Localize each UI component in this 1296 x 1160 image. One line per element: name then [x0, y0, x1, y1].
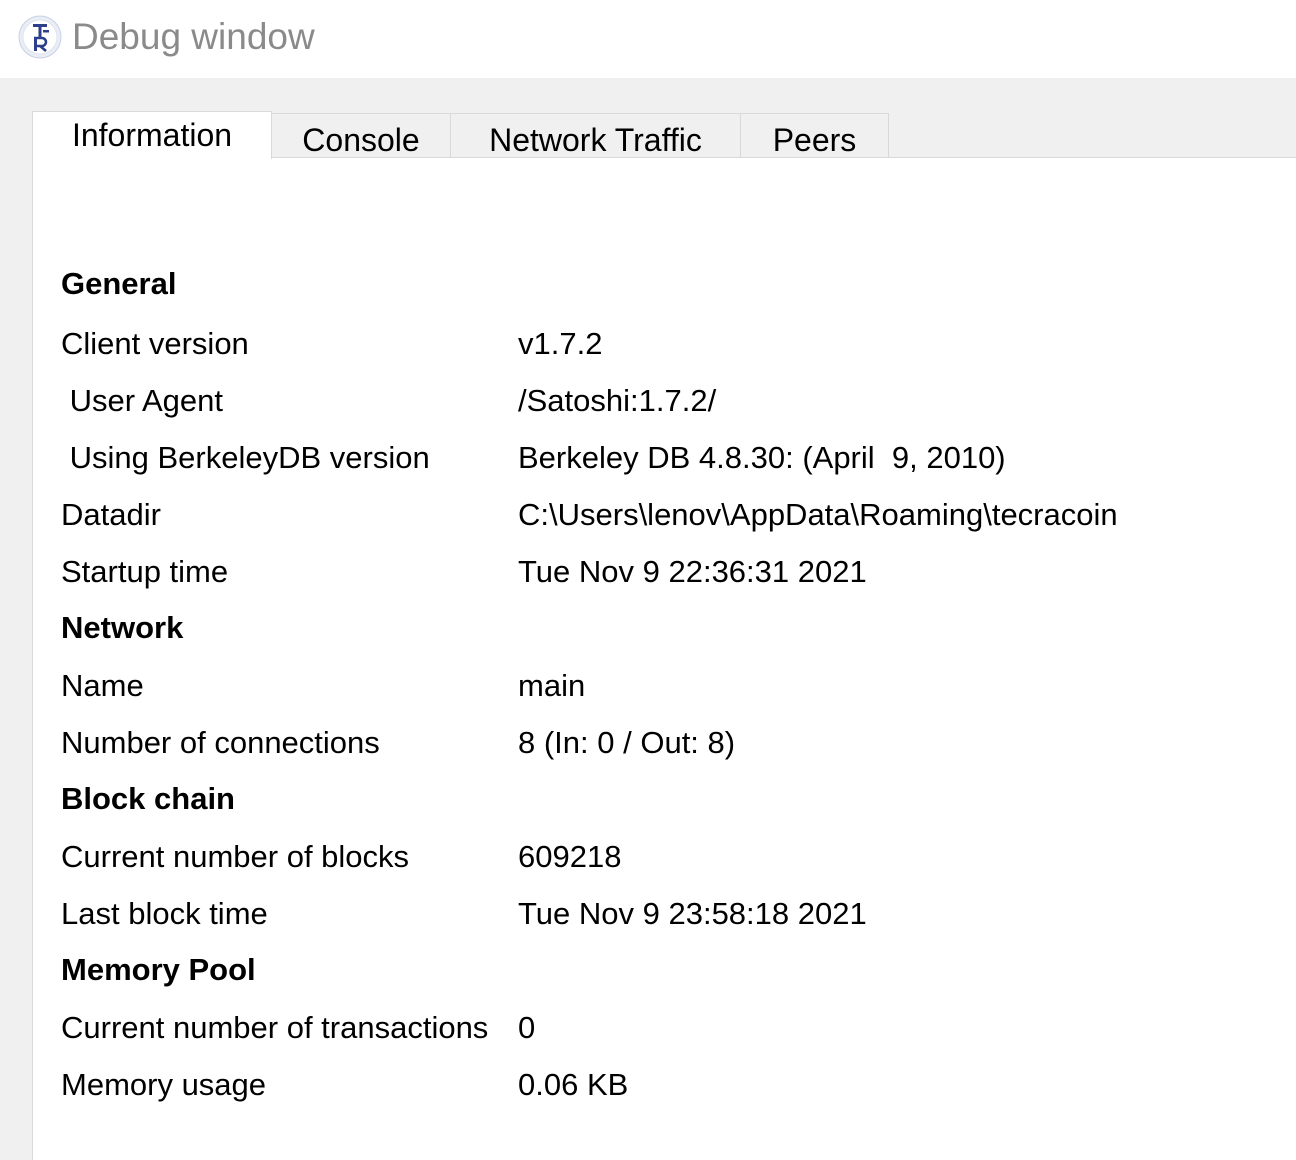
- startup-time-value: Tue Nov 9 22:36:31 2021: [518, 554, 867, 589]
- berkeleydb-version-label: Using BerkeleyDB version: [61, 440, 430, 475]
- network-name-label: Name: [61, 668, 144, 703]
- berkeleydb-version-value: Berkeley DB 4.8.30: (April 9, 2010): [518, 440, 1006, 475]
- mempool-transactions-value: 0: [518, 1010, 536, 1045]
- memory-usage-value: 0.06 KB: [518, 1067, 629, 1102]
- last-block-time-value: Tue Nov 9 23:58:18 2021: [518, 896, 867, 931]
- information-panel: General Client version v1.7.2 User Agent…: [32, 157, 1296, 1160]
- datadir-value: C:\Users\lenov\AppData\Roaming\tecracoin: [518, 497, 1118, 532]
- mempool-transactions-label: Current number of transactions: [61, 1010, 489, 1045]
- section-heading-general: General: [61, 266, 177, 301]
- window-title: Debug window: [72, 16, 315, 57]
- connections-label: Number of connections: [61, 725, 380, 760]
- user-agent-label: User Agent: [61, 383, 223, 418]
- last-block-time-label: Last block time: [61, 896, 268, 931]
- client-version-label: Client version: [61, 326, 249, 361]
- section-heading-network: Network: [61, 610, 184, 645]
- network-name-value: main: [518, 668, 586, 703]
- section-heading-memory-pool: Memory Pool: [61, 952, 256, 987]
- tab-peers[interactable]: Peers: [740, 113, 889, 158]
- connections-value: 8 (In: 0 / Out: 8): [518, 725, 736, 760]
- tab-console[interactable]: Console: [271, 113, 451, 158]
- block-count-label: Current number of blocks: [61, 839, 410, 874]
- tecracoin-logo-icon: [18, 15, 62, 59]
- datadir-label: Datadir: [61, 497, 161, 532]
- startup-time-label: Startup time: [61, 554, 229, 589]
- section-heading-block-chain: Block chain: [61, 781, 235, 816]
- tab-network-traffic[interactable]: Network Traffic: [450, 113, 741, 158]
- client-version-value: v1.7.2: [518, 326, 603, 361]
- block-count-value: 609218: [518, 839, 622, 874]
- window-client-area: Information Console Network Traffic Peer…: [0, 78, 1296, 1160]
- title-bar[interactable]: Debug window: [0, 0, 1296, 78]
- memory-usage-label: Memory usage: [61, 1067, 267, 1102]
- user-agent-value: /Satoshi:1.7.2/: [518, 383, 717, 418]
- tab-information[interactable]: Information: [32, 111, 272, 159]
